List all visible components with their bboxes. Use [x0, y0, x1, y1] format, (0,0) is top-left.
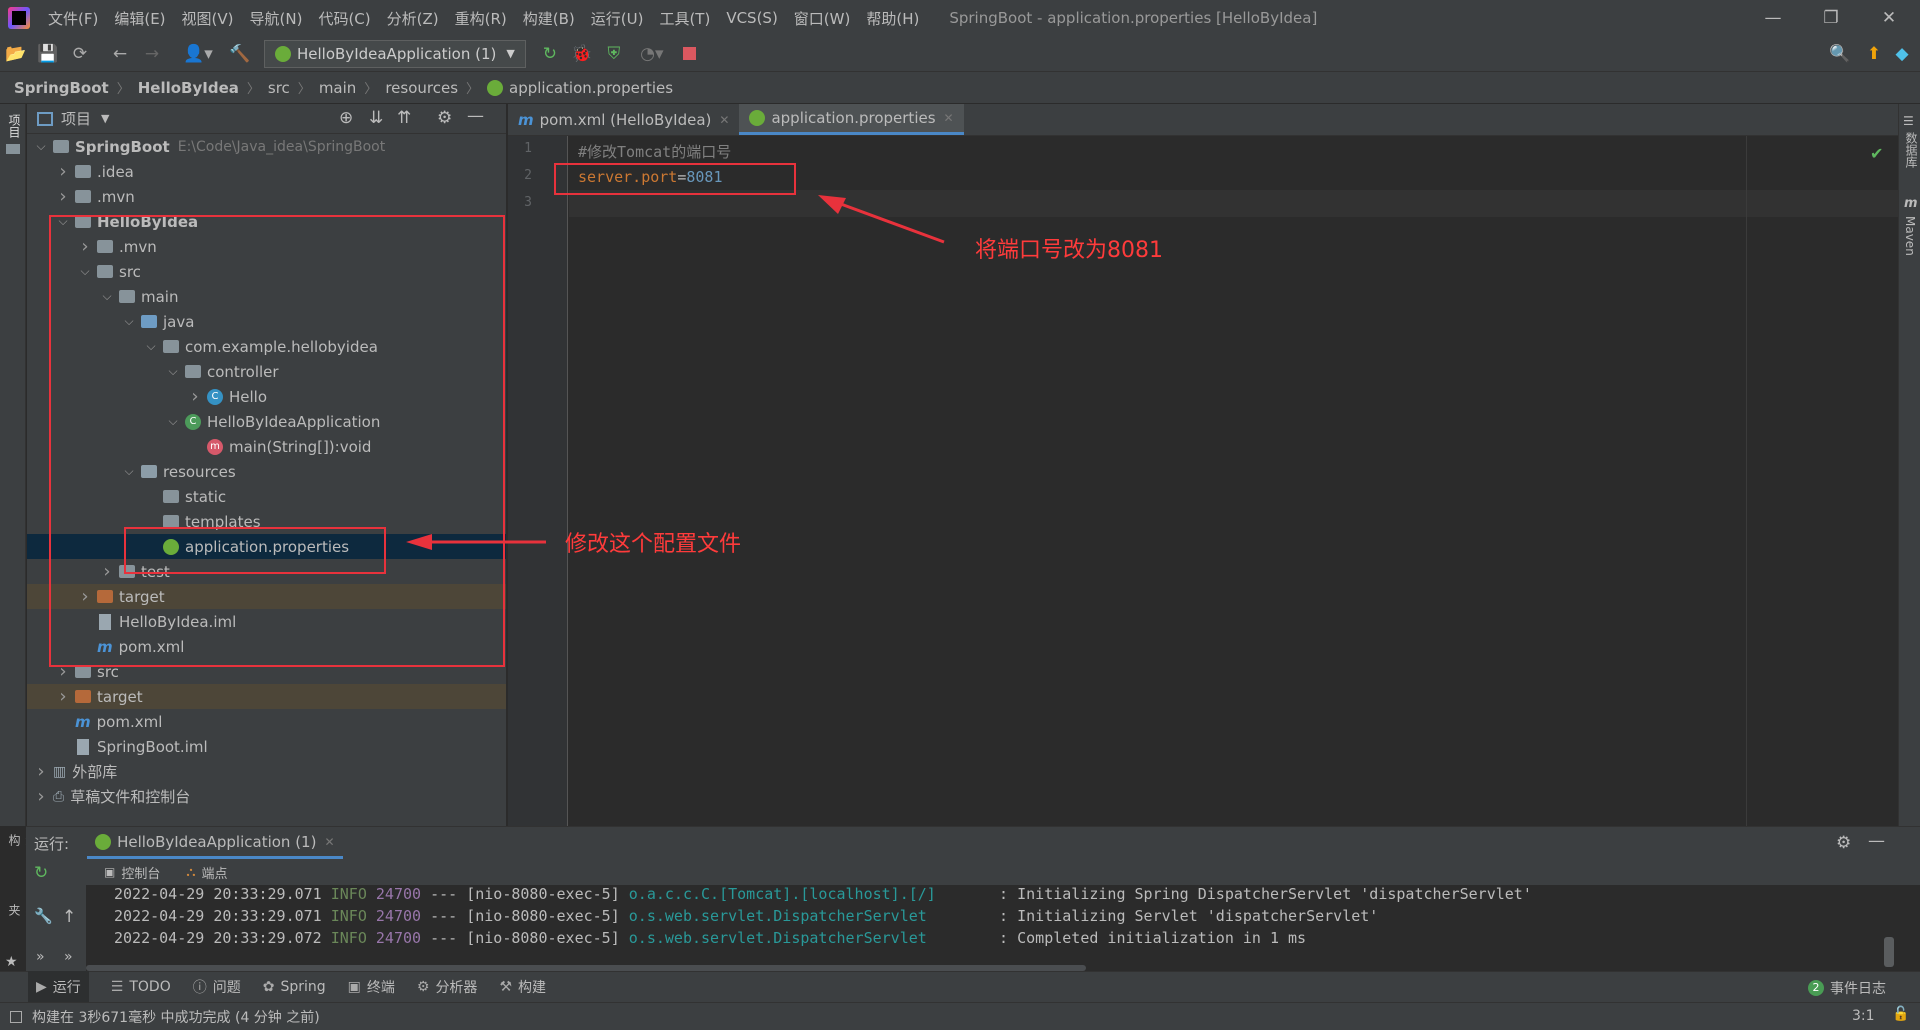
- annotation-arrows: [406, 195, 945, 550]
- arrow-head-port: [818, 195, 846, 214]
- arrow-head-file: [406, 534, 432, 550]
- annotation-port-text: 将端口号改为8081: [975, 238, 1163, 263]
- annotation-file-text: 修改这个配置文件: [565, 532, 742, 557]
- arrow-line-port: [829, 198, 945, 244]
